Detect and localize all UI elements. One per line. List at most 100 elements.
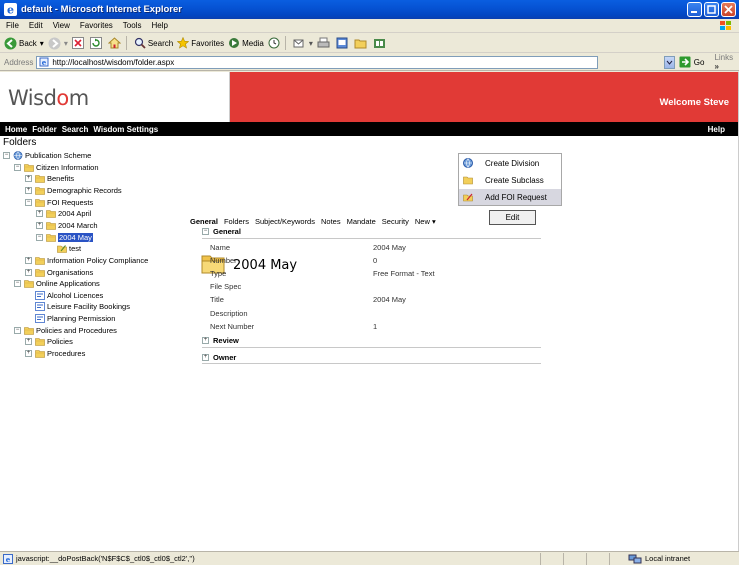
refresh-button[interactable] xyxy=(89,37,104,49)
favorites-button[interactable]: Favorites xyxy=(177,37,224,49)
security-zone-label: Local intranet xyxy=(645,554,691,563)
home-button[interactable] xyxy=(107,37,123,49)
tree-node[interactable]: − Citizen Information xyxy=(14,162,99,173)
tree-node[interactable]: + Benefits xyxy=(25,173,74,184)
tree-node[interactable]: + Policies xyxy=(25,336,73,347)
section-review-toggle[interactable]: + Review xyxy=(202,336,239,345)
collapse-icon[interactable]: − xyxy=(14,280,21,288)
search-button[interactable]: Search xyxy=(134,37,173,49)
back-dropdown-icon[interactable]: ▾ xyxy=(40,39,44,48)
menu-help[interactable]: Help xyxy=(151,21,167,30)
go-button[interactable]: Go xyxy=(679,56,704,68)
links-button[interactable]: Links » xyxy=(714,53,739,71)
expand-icon: + xyxy=(202,337,209,344)
back-button[interactable]: Back ▾ xyxy=(4,37,44,50)
tree-node-label: Citizen Information xyxy=(36,162,99,172)
collapse-icon[interactable]: − xyxy=(36,233,43,241)
tab-general[interactable]: General xyxy=(190,217,218,226)
forward-button[interactable]: ▾ xyxy=(48,37,68,50)
nav-wisdom-settings[interactable]: Wisdom Settings xyxy=(93,125,158,134)
print-icon xyxy=(317,37,330,48)
expand-icon[interactable]: + xyxy=(25,338,32,346)
messenger-icon xyxy=(373,39,385,48)
expand-icon[interactable]: + xyxy=(25,186,32,194)
edit-button[interactable]: Edit xyxy=(489,210,536,225)
tree-node[interactable]: Leisure Facility Bookings xyxy=(25,301,130,312)
tab-new-menu[interactable]: New ▾ xyxy=(415,217,436,226)
tree-node[interactable]: − Online Applications xyxy=(14,278,100,289)
expand-icon[interactable]: + xyxy=(36,221,43,229)
tree-node[interactable]: − Policies and Procedures xyxy=(14,325,117,336)
menu-favorites[interactable]: Favorites xyxy=(80,21,113,30)
tree-node-label: Leisure Facility Bookings xyxy=(47,302,130,312)
tree-node[interactable]: Planning Permission xyxy=(25,313,115,324)
history-button[interactable] xyxy=(268,37,282,49)
section-owner-toggle[interactable]: + Owner xyxy=(202,353,236,362)
nav-search[interactable]: Search xyxy=(62,125,89,134)
tab-mandate[interactable]: Mandate xyxy=(347,217,376,226)
tab-notes[interactable]: Notes xyxy=(321,217,341,226)
expand-icon[interactable]: + xyxy=(25,350,32,358)
mail-button[interactable]: ▾ xyxy=(293,37,313,49)
nav-help[interactable]: Help xyxy=(708,125,725,134)
security-zone[interactable]: Local intranet xyxy=(628,554,690,564)
expand-icon[interactable]: + xyxy=(25,268,32,276)
close-button[interactable] xyxy=(721,2,736,17)
address-input[interactable]: e http://localhost/wisdom/folder.aspx xyxy=(36,55,598,69)
folder-icon xyxy=(46,233,56,242)
tree-node[interactable]: Alcohol Licences xyxy=(25,290,103,301)
print-button[interactable] xyxy=(317,37,332,49)
menu-tools[interactable]: Tools xyxy=(123,21,142,30)
collapse-icon[interactable]: − xyxy=(3,152,10,159)
section-general-label: General xyxy=(213,227,241,236)
tree-node[interactable]: test xyxy=(47,243,81,254)
stop-button[interactable] xyxy=(71,37,86,49)
nav-folder[interactable]: Folder xyxy=(32,125,56,134)
minimize-button[interactable] xyxy=(687,2,702,17)
folder-icon xyxy=(46,222,56,230)
menu-add-foi-request[interactable]: Add FOI Request xyxy=(459,189,561,205)
tab-security[interactable]: Security xyxy=(382,217,409,226)
collapse-icon[interactable]: − xyxy=(14,163,21,171)
expand-icon[interactable]: + xyxy=(36,210,43,218)
tree-node[interactable]: +2004 March xyxy=(36,220,98,231)
window-titlebar[interactable]: e default - Microsoft Internet Explorer xyxy=(0,0,739,19)
mail-dropdown-icon[interactable]: ▾ xyxy=(309,39,313,48)
collapse-icon[interactable]: − xyxy=(25,198,32,206)
discuss-button[interactable] xyxy=(354,37,369,49)
menu-file[interactable]: File xyxy=(6,21,19,30)
menu-create-division[interactable]: Create Division xyxy=(459,155,561,171)
wisdom-logo[interactable]: Wisdom xyxy=(8,86,89,110)
expand-icon[interactable]: + xyxy=(25,256,32,264)
tab-subject-keywords[interactable]: Subject/Keywords xyxy=(255,217,315,226)
tree-node[interactable]: + Procedures xyxy=(25,348,85,359)
svg-text:e: e xyxy=(7,4,14,17)
tree-node[interactable]: − Publication Scheme xyxy=(3,150,91,161)
nav-home[interactable]: Home xyxy=(5,125,27,134)
menu-edit[interactable]: Edit xyxy=(29,21,43,30)
tree-node[interactable]: − 2004 May xyxy=(36,232,93,243)
forward-dropdown-icon[interactable]: ▾ xyxy=(64,39,68,48)
media-button[interactable]: Media xyxy=(228,37,264,49)
menu-bar: File Edit View Favorites Tools Help xyxy=(0,19,739,33)
status-separator xyxy=(540,553,541,565)
tab-folders[interactable]: Folders xyxy=(224,217,249,226)
go-arrow-icon xyxy=(679,56,691,68)
minimize-icon xyxy=(691,11,697,13)
page-status-icon: e xyxy=(3,553,13,564)
tree-node-label: Policies and Procedures xyxy=(36,325,117,335)
section-general-toggle[interactable]: − General xyxy=(202,227,241,236)
menu-view[interactable]: View xyxy=(53,21,70,30)
tree-node[interactable]: + Demographic Records xyxy=(25,185,122,196)
tree-node[interactable]: + Information Policy Compliance xyxy=(25,255,148,266)
tree-node[interactable]: − FOI Requests xyxy=(25,197,93,208)
tree-node[interactable]: +2004 April xyxy=(36,208,91,219)
edit-page-button[interactable] xyxy=(336,37,350,49)
address-dropdown[interactable] xyxy=(663,55,675,69)
messenger-button[interactable] xyxy=(373,37,388,49)
menu-create-subclass[interactable]: Create Subclass xyxy=(459,172,561,188)
collapse-icon[interactable]: − xyxy=(14,326,21,334)
expand-icon[interactable]: + xyxy=(25,175,32,183)
maximize-button[interactable] xyxy=(704,2,719,17)
tree-node[interactable]: + Organisations xyxy=(25,267,93,278)
